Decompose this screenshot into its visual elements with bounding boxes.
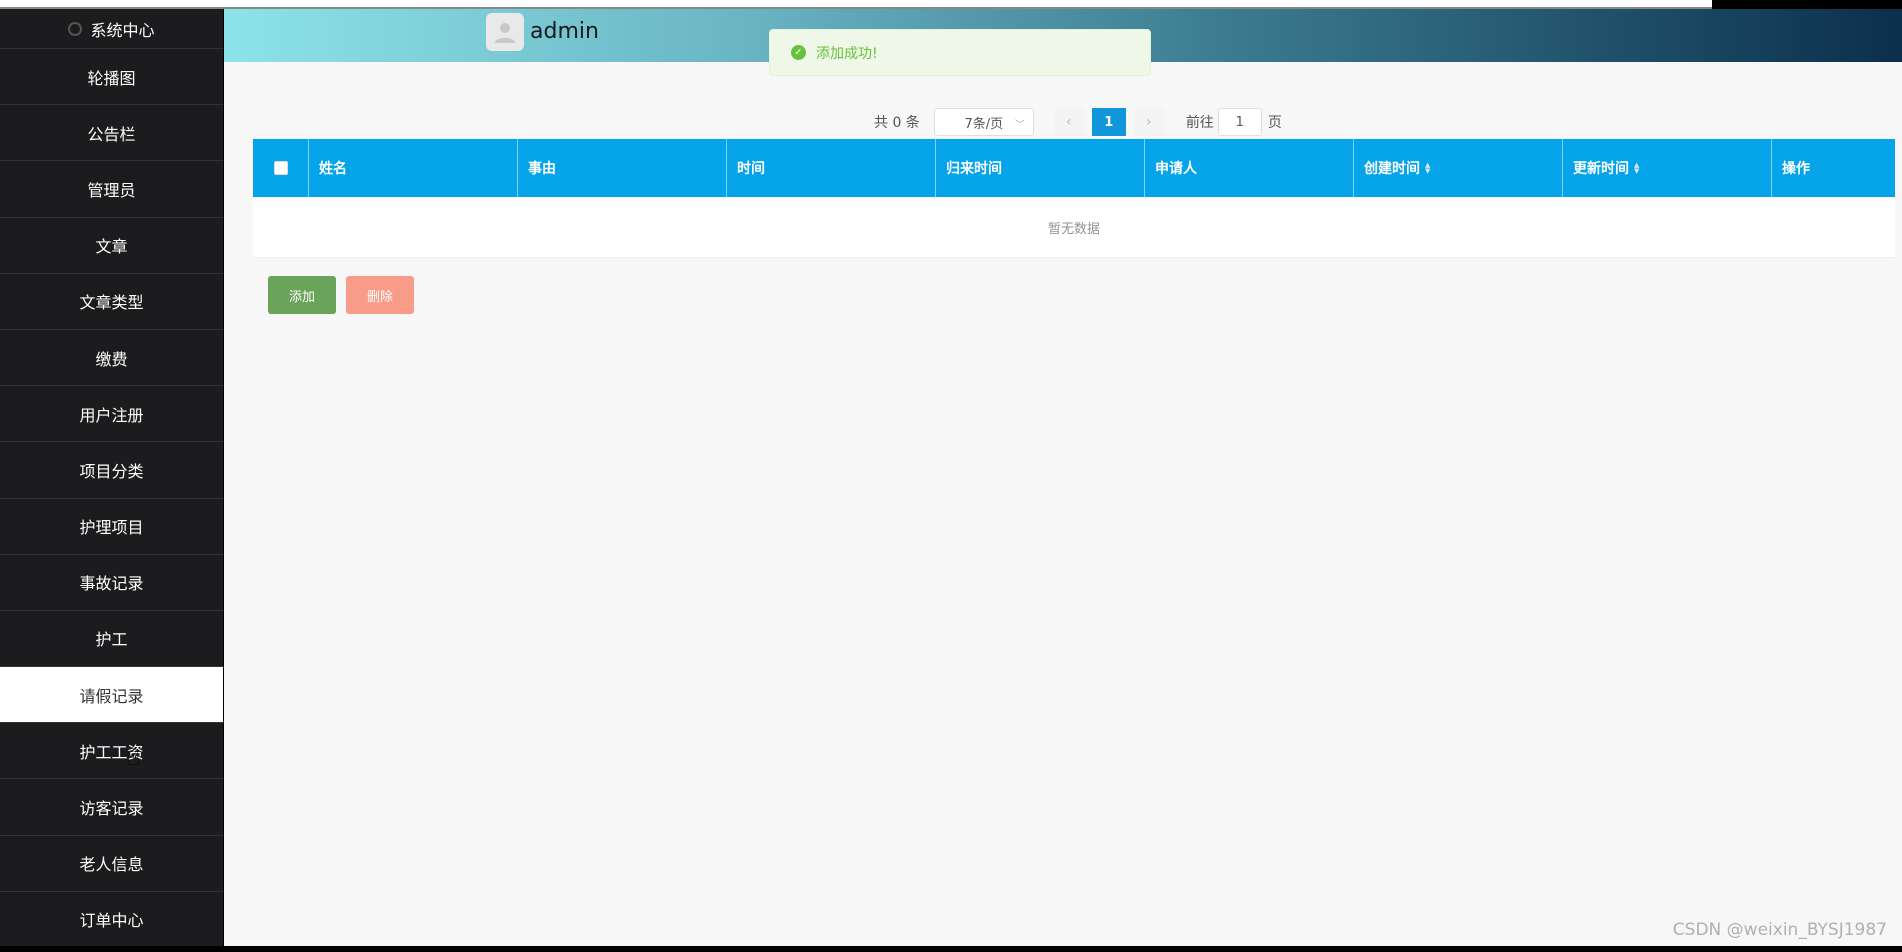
avatar[interactable] (486, 13, 524, 51)
pagination: 共 0 条 7条/页 ﹀ ‹ 1 › 前往 页 (874, 108, 1282, 136)
next-page-button[interactable]: › (1133, 108, 1164, 136)
user-icon (495, 23, 515, 43)
sidebar-item-label: 护工 (95, 630, 128, 650)
sidebar-item-visitor-records[interactable]: 访客记录 (0, 779, 223, 836)
chevron-down-icon: ﹀ (1014, 120, 1025, 131)
column-header-label: 归来时间 (946, 161, 1002, 177)
column-header-label: 时间 (737, 161, 765, 177)
goto-suffix: 页 (1267, 115, 1282, 131)
sidebar-item-label: 公告栏 (87, 124, 136, 144)
hand-cursor-icon: ☝ (127, 746, 141, 771)
goto-label: 前往 (1185, 115, 1214, 131)
sidebar-item-elder-info[interactable]: 老人信息 (0, 836, 223, 892)
page-size-value: 7条/页 (964, 116, 1004, 132)
column-header-label: 事由 (528, 161, 556, 177)
sidebar-item-label: 系统中心 (90, 20, 155, 40)
sidebar-item-label: 访客记录 (79, 799, 144, 819)
window-top-bar (0, 0, 1902, 15)
sort-caret-icon[interactable]: ▲ ▼ (1634, 162, 1639, 175)
success-toast: ✓ 添加成功! (769, 29, 1151, 76)
sidebar-item-caregivers[interactable]: 护工 (0, 611, 223, 668)
sidebar-item-label: 文章类型 (79, 293, 144, 313)
column-header-created-time[interactable]: 创建时间 ▲ ▼ (1354, 139, 1563, 197)
sidebar-item-label: 项目分类 (79, 461, 144, 481)
sidebar-item-label: 事故记录 (79, 574, 144, 594)
sidebar-item-care-projects[interactable]: 护理项目 (0, 499, 223, 555)
column-header-applicant: 申请人 (1145, 139, 1354, 197)
sidebar-item-article-types[interactable]: 文章类型 (0, 274, 223, 330)
column-header-updated-time[interactable]: 更新时间 ▲ ▼ (1563, 139, 1772, 197)
column-header-label: 更新时间 (1573, 161, 1629, 177)
sidebar-item-leave-records[interactable]: 请假记录 (0, 667, 223, 724)
sidebar-item-admins[interactable]: 管理员 (0, 161, 223, 218)
chevron-right-icon: › (1146, 114, 1152, 130)
column-header-time: 时间 (727, 139, 936, 197)
sidebar-item-carousel[interactable]: 轮播图 (0, 49, 223, 106)
prev-page-button[interactable]: ‹ (1053, 108, 1084, 136)
username: admin (530, 19, 599, 44)
column-header-actions: 操作 (1772, 139, 1895, 197)
sidebar-item-user-registration[interactable]: 用户注册 (0, 386, 223, 443)
sidebar-item-label: 文章 (95, 237, 128, 257)
toast-message: 添加成功! (816, 45, 878, 62)
table-header: 姓名 事由 时间 归来时间 申请人 创建时间 ▲ ▼ 更新时间 ▲ ▼ 操作 (253, 139, 1895, 197)
gear-icon (68, 21, 83, 36)
sidebar-item-label: 老人信息 (79, 855, 144, 875)
column-header-label: 申请人 (1155, 161, 1197, 177)
table-empty-state: 暂无数据 (253, 197, 1895, 258)
select-all-checkbox[interactable] (273, 161, 288, 175)
sort-caret-icon[interactable]: ▲ ▼ (1425, 162, 1430, 175)
column-header-name: 姓名 (309, 139, 518, 197)
column-header-reason: 事由 (518, 139, 727, 197)
column-header-label: 创建时间 (1364, 161, 1420, 177)
sidebar-item-label: 缴费 (95, 349, 128, 369)
sidebar-item-accident-records[interactable]: 事故记录 (0, 555, 223, 611)
column-header-return-time: 归来时间 (936, 139, 1145, 197)
delete-button[interactable]: 删除 (346, 276, 414, 314)
sidebar-item-label: 轮播图 (87, 68, 136, 88)
goto-page-input[interactable] (1217, 108, 1262, 136)
sidebar-item-project-categories[interactable]: 项目分类 (0, 442, 223, 499)
select-all-cell (253, 139, 309, 197)
sidebar-item-payments[interactable]: 缴费 (0, 330, 223, 387)
pagination-total: 共 0 条 (874, 115, 920, 131)
column-header-label: 姓名 (319, 161, 347, 177)
page-number-current[interactable]: 1 (1091, 108, 1126, 136)
check-circle-icon: ✓ (791, 45, 806, 60)
sidebar-item-label: 护理项目 (79, 518, 144, 538)
add-button[interactable]: 添加 (268, 276, 336, 314)
sidebar-item-label: 请假记录 (79, 686, 144, 706)
sidebar-item-order-center[interactable]: 订单中心 (0, 892, 223, 946)
sidebar-item-label: 订单中心 (79, 911, 144, 931)
sidebar-item-articles[interactable]: 文章 (0, 218, 223, 274)
sidebar-item-notice-board[interactable]: 公告栏 (0, 105, 223, 162)
column-header-label: 操作 (1782, 161, 1810, 177)
watermark: CSDN @weixin_BYSJ1987 (1672, 920, 1887, 940)
sidebar-item-caregiver-wages[interactable]: 护工工资 (0, 723, 223, 780)
sidebar-item-system-center[interactable]: 系统中心 (0, 9, 223, 49)
sidebar-item-label: 用户注册 (79, 405, 144, 425)
page-size-select[interactable]: 7条/页 ﹀ (933, 108, 1034, 136)
chevron-left-icon: ‹ (1066, 114, 1072, 130)
leave-records-table: 姓名 事由 时间 归来时间 申请人 创建时间 ▲ ▼ 更新时间 ▲ ▼ 操作 暂无数… (253, 139, 1895, 258)
sidebar-item-label: 管理员 (87, 180, 136, 200)
sidebar: 系统中心 轮播图 公告栏 管理员 文章 文章类型 缴费 用户注册 项目分类 护理… (0, 9, 223, 946)
